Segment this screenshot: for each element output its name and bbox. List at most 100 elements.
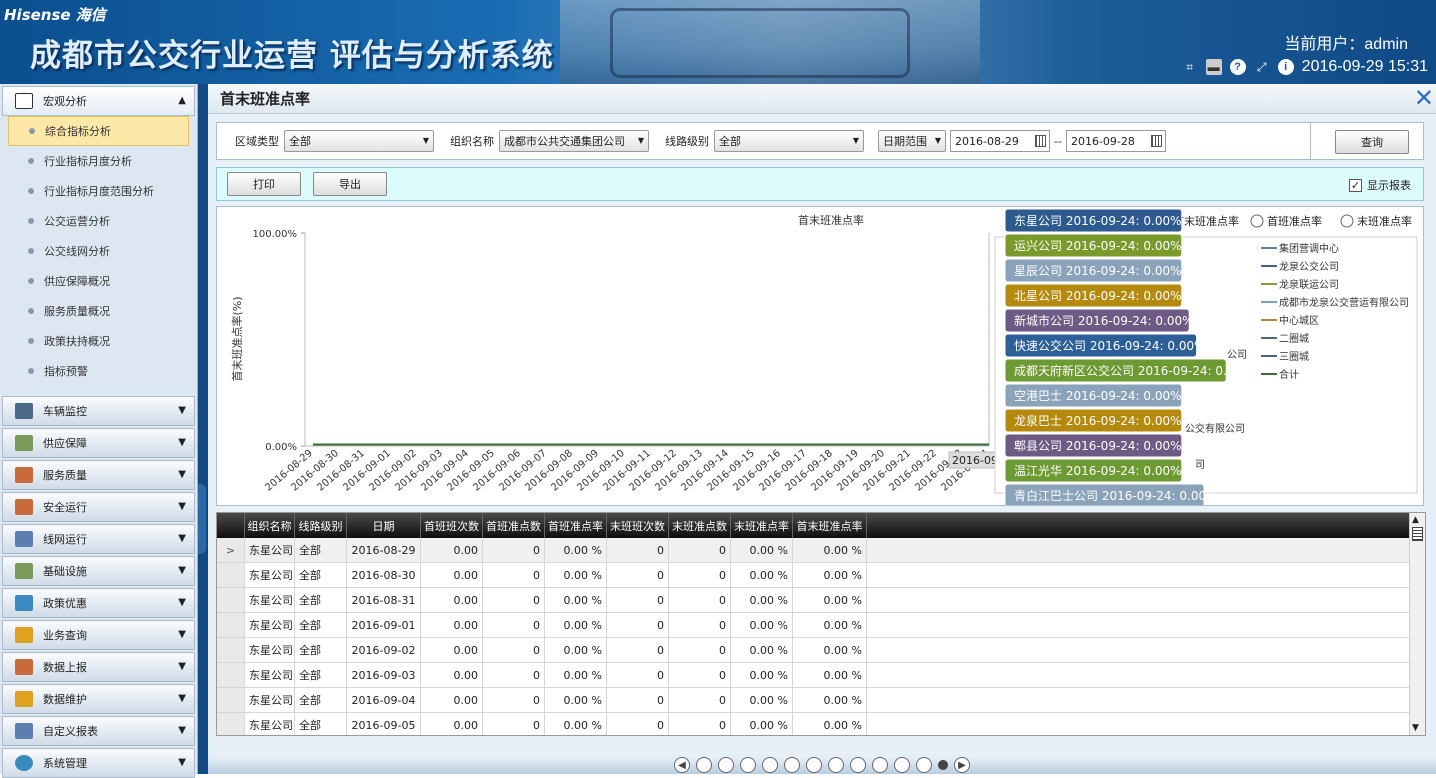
page-dot[interactable]: [762, 757, 778, 773]
date-mode-select[interactable]: 日期范围 ▼: [878, 130, 946, 152]
grid-header-cell[interactable]: 末班班次数: [607, 513, 669, 538]
page-dot[interactable]: [784, 757, 800, 773]
row-indicator[interactable]: >: [217, 538, 245, 562]
sidebar-group-macro[interactable]: 宏观分析 ▲: [2, 86, 195, 116]
chevron-down-icon: ▼: [178, 693, 186, 704]
page-dot[interactable]: [740, 757, 756, 773]
sidebar-item-comprehensive[interactable]: 综合指标分析: [8, 116, 189, 146]
page-dot[interactable]: [850, 757, 866, 773]
row-indicator[interactable]: [217, 613, 245, 637]
sidebar-item-policy[interactable]: 政策扶持概况: [0, 326, 197, 356]
bullet-icon: [28, 158, 34, 164]
sidebar-item-supply[interactable]: 供应保障概况: [0, 266, 197, 296]
sidebar-item-service[interactable]: 服务质量概况: [0, 296, 197, 326]
page-dot[interactable]: [828, 757, 844, 773]
region-type-select[interactable]: 全部 ▼: [284, 130, 434, 152]
date-to-input[interactable]: 2016-09-28: [1065, 130, 1166, 152]
grid-header-cell[interactable]: 末班准点数: [669, 513, 731, 538]
grid-scrollbar[interactable]: ▲ ▼: [1409, 513, 1425, 735]
grid-header-cell[interactable]: 首班准点数: [483, 513, 545, 538]
page-dot[interactable]: [916, 757, 932, 773]
row-indicator[interactable]: [217, 638, 245, 662]
page-dot-current[interactable]: [938, 760, 948, 770]
row-indicator[interactable]: [217, 663, 245, 687]
sidebar-group-policy[interactable]: 政策优惠 ▼: [2, 588, 195, 618]
chevron-down-icon: ▼: [178, 469, 186, 480]
row-indicator[interactable]: [217, 713, 245, 735]
grid-header-cell[interactable]: 末班准点率: [731, 513, 793, 538]
scroll-thumb[interactable]: [1412, 527, 1423, 541]
sidebar-item-monthly-range[interactable]: 行业指标月度范围分析: [0, 176, 197, 206]
table-row[interactable]: 东星公司 全部 2016-08-30 0.00 0 0.00 % 0 0 0.00 % 0.00 …: [217, 563, 1409, 588]
table-row[interactable]: 东星公司 全部 2016-09-02 0.00 0 0.00 % 0 0 0.00 % 0.00 …: [217, 638, 1409, 663]
info-icon[interactable]: i: [1277, 59, 1294, 75]
sidebar-group-custom-report[interactable]: 自定义报表 ▼: [2, 716, 195, 746]
sidebar-group-supply[interactable]: 供应保障 ▼: [2, 428, 195, 458]
sidebar-group-report[interactable]: 数据上报 ▼: [2, 652, 195, 682]
sidebar-group-vehicle[interactable]: 车辆监控 ▼: [2, 396, 195, 426]
grid-header-cell[interactable]: 线路级别: [295, 513, 347, 538]
grid-header-cell[interactable]: 首末班准点率: [793, 513, 867, 538]
table-row[interactable]: > 东星公司 全部 2016-08-29 0.00 0 0.00 % 0 0 0.00 % 0.00…: [217, 538, 1409, 563]
grid-header-cell[interactable]: 首班班次数: [421, 513, 483, 538]
region-type-value: 全部: [289, 135, 311, 148]
table-cell: 全部: [295, 588, 347, 612]
fullscreen-icon[interactable]: ⤢: [1254, 59, 1270, 75]
line-level-select[interactable]: 全部 ▼: [714, 130, 864, 152]
region-type-label: 区域类型: [235, 135, 279, 148]
export-button[interactable]: 导出: [313, 172, 387, 196]
sidebar-item-network[interactable]: 公交线网分析: [0, 236, 197, 266]
calendar-icon[interactable]: [1035, 135, 1046, 147]
grid-header-cell[interactable]: 首班准点率: [545, 513, 607, 538]
scroll-up-icon[interactable]: ▲: [1412, 515, 1419, 525]
table-icon: [15, 531, 33, 547]
collapse-handle[interactable]: [198, 484, 206, 554]
sidebar-item-operation[interactable]: 公交运营分析: [0, 206, 197, 236]
table-cell: 0.00 %: [545, 688, 607, 712]
page-dot[interactable]: [696, 757, 712, 773]
line-chart[interactable]: 首末班准点率首末班准点率(%)100.00%0.00%2016-08-29201…: [217, 207, 1423, 505]
policy-icon: [15, 595, 33, 611]
page-dot[interactable]: [806, 757, 822, 773]
grid-header-cell[interactable]: 组织名称: [245, 513, 295, 538]
dropdown-arrow-icon: ▼: [422, 136, 429, 145]
help-icon[interactable]: ?: [1229, 59, 1246, 75]
chevron-down-icon: ▼: [178, 629, 186, 640]
table-row[interactable]: 东星公司 全部 2016-08-31 0.00 0 0.00 % 0 0 0.00 % 0.00 …: [217, 588, 1409, 613]
query-button[interactable]: 查询: [1335, 130, 1409, 154]
table-row[interactable]: 东星公司 全部 2016-09-01 0.00 0 0.00 % 0 0 0.00 % 0.00 …: [217, 613, 1409, 638]
grid-header-cell[interactable]: 日期: [347, 513, 421, 538]
row-indicator[interactable]: [217, 563, 245, 587]
calendar-icon[interactable]: [1150, 135, 1162, 147]
date-from-input[interactable]: 2016-08-29: [950, 130, 1050, 152]
sidebar-group-maintenance[interactable]: 数据维护 ▼: [2, 684, 195, 714]
sidebar-splitter[interactable]: [198, 84, 208, 774]
show-report-checkbox[interactable]: ✓: [1349, 178, 1362, 192]
tooltip-text: 快速公交公司 2016-09-24: 0.00%: [1014, 338, 1206, 353]
table-row[interactable]: 东星公司 全部 2016-09-05 0.00 0 0.00 % 0 0 0.00 % 0.00 …: [217, 713, 1409, 735]
page-dot[interactable]: [894, 757, 910, 773]
sidebar-group-service[interactable]: 服务质量 ▼: [2, 460, 195, 490]
minimize-icon[interactable]: ▬: [1205, 59, 1222, 75]
show-report-toggle[interactable]: ✓ 显示报表: [1349, 177, 1411, 193]
crop-icon[interactable]: ⌗: [1182, 59, 1198, 75]
row-indicator[interactable]: [217, 588, 245, 612]
sidebar-item-monthly[interactable]: 行业指标月度分析: [0, 146, 197, 176]
print-button[interactable]: 打印: [227, 172, 301, 196]
table-row[interactable]: 东星公司 全部 2016-09-04 0.00 0 0.00 % 0 0 0.00 % 0.00 …: [217, 688, 1409, 713]
org-name-select[interactable]: 成都市公共交通集团公司 ▼: [499, 130, 649, 152]
scroll-down-icon[interactable]: ▼: [1412, 723, 1419, 733]
close-icon[interactable]: ✕: [1414, 86, 1434, 110]
table-row[interactable]: 东星公司 全部 2016-09-03 0.00 0 0.00 % 0 0 0.00 % 0.00 …: [217, 663, 1409, 688]
legend-partial-label: 公交有限公司: [1185, 422, 1245, 435]
prev-page-icon[interactable]: ◀: [674, 757, 690, 773]
sidebar-group-safety[interactable]: 安全运行 ▼: [2, 492, 195, 522]
sidebar-item-warning[interactable]: 指标预警: [0, 356, 197, 386]
sidebar-group-query[interactable]: 业务查询 ▼: [2, 620, 195, 650]
sidebar-group-infrastructure[interactable]: 基础设施 ▼: [2, 556, 195, 586]
sidebar-group-network[interactable]: 线网运行 ▼: [2, 524, 195, 554]
next-page-icon[interactable]: ▶: [954, 757, 970, 773]
page-dot[interactable]: [718, 757, 734, 773]
row-indicator[interactable]: [217, 688, 245, 712]
page-dot[interactable]: [872, 757, 888, 773]
